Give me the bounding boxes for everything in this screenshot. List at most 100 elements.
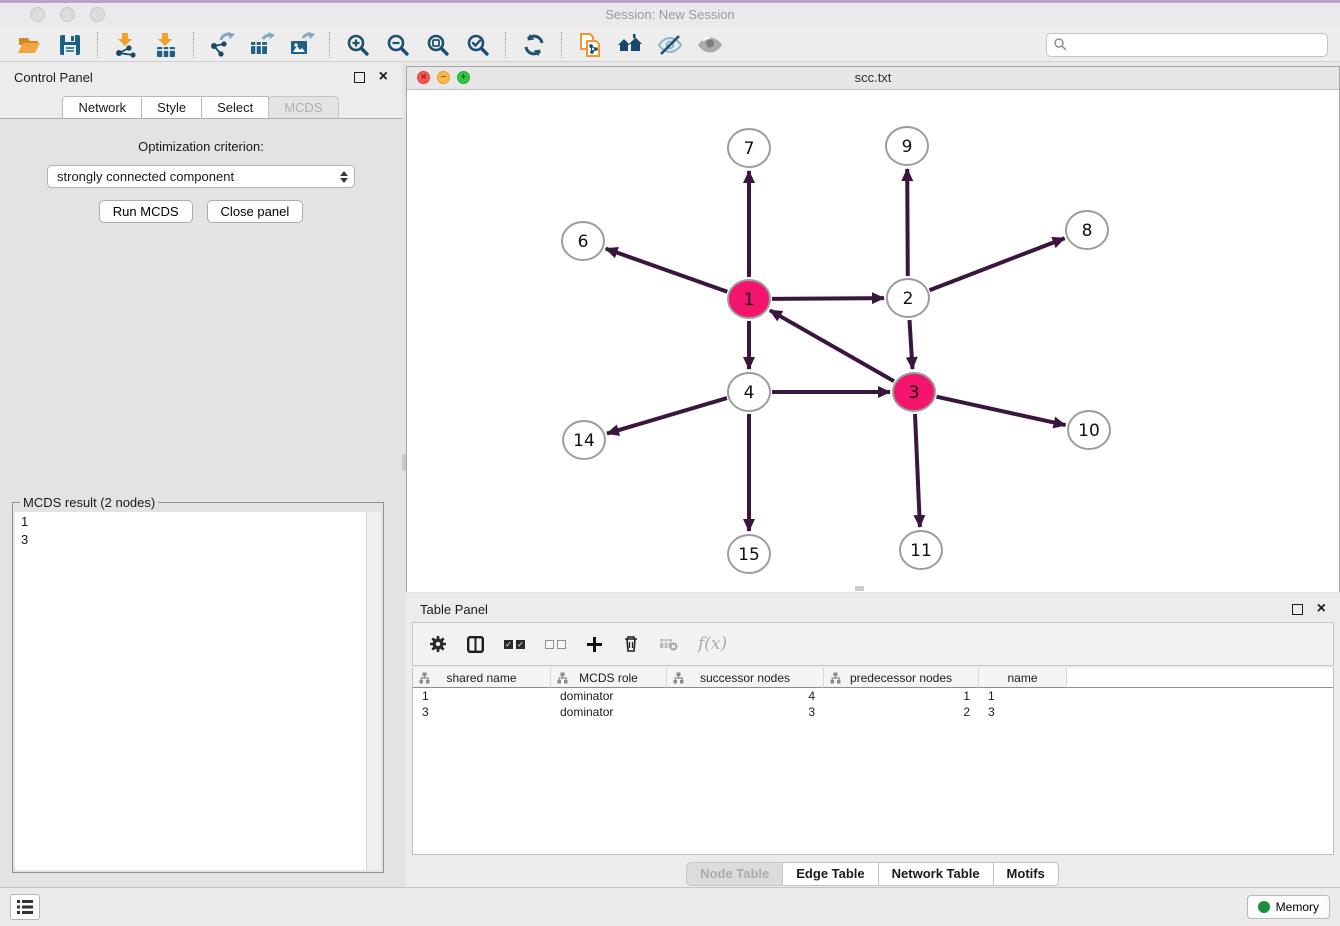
table-row[interactable]: 3dominator323 [413, 704, 1333, 720]
status-bar: Memory [0, 887, 1340, 926]
network-view-title: scc.txt [407, 70, 1339, 85]
graph-node-6[interactable]: 6 [562, 222, 604, 260]
close-panel-button[interactable]: Close panel [207, 200, 304, 223]
graph-node-1[interactable]: 1 [728, 280, 770, 318]
graph-node-8[interactable]: 8 [1066, 211, 1108, 249]
tab-node-table[interactable]: Node Table [686, 862, 783, 886]
graph-node-10[interactable]: 10 [1068, 411, 1110, 449]
cell-successor-nodes[interactable]: 4 [667, 688, 824, 704]
svg-text:6: 6 [578, 232, 589, 252]
close-table-panel-icon[interactable]: × [1317, 604, 1326, 614]
save-session-button[interactable] [50, 30, 90, 60]
float-table-panel-icon[interactable] [1292, 604, 1303, 615]
graph-node-11[interactable]: 11 [900, 531, 942, 569]
first-neighbors-button[interactable] [610, 30, 650, 60]
tab-style[interactable]: Style [141, 96, 202, 120]
search-input[interactable] [1072, 36, 1320, 53]
table-settings-button[interactable] [429, 635, 447, 653]
result-line: 3 [15, 530, 381, 548]
graph-edge-2-8 [930, 238, 1065, 290]
cell-shared-name[interactable]: 3 [413, 704, 551, 720]
tab-mcds[interactable]: MCDS [268, 96, 338, 120]
fx-icon: f(x) [698, 634, 727, 654]
network-from-selection-icon [577, 32, 603, 58]
column-header-name[interactable]: name [979, 668, 1067, 688]
export-network-button[interactable] [202, 30, 242, 60]
table-row[interactable]: 1dominator411 [413, 688, 1333, 704]
criterion-select[interactable]: strongly connected component [47, 165, 355, 188]
refresh-button[interactable] [514, 30, 554, 60]
graph-node-3[interactable]: 3 [893, 373, 935, 411]
svg-text:11: 11 [910, 541, 932, 561]
graph-node-14[interactable]: 14 [563, 421, 605, 459]
column-header-label: predecessor nodes [850, 671, 952, 685]
cell-predecessor-nodes[interactable]: 2 [824, 704, 979, 720]
export-image-icon [289, 32, 315, 58]
graph-node-7[interactable]: 7 [728, 129, 770, 167]
attribute-tree-icon [673, 672, 684, 684]
graph-node-15[interactable]: 15 [728, 535, 770, 573]
zoom-selected-button[interactable] [458, 30, 498, 60]
titlebar: Session: New Session [0, 3, 1340, 28]
cell-name[interactable]: 3 [979, 704, 1067, 720]
close-panel-icon[interactable]: × [379, 72, 388, 82]
hide-selected-button[interactable] [650, 30, 690, 60]
select-all-columns-button[interactable]: ✓✓ [504, 640, 525, 649]
cell-name[interactable]: 1 [979, 688, 1067, 704]
network-canvas[interactable]: 7 9 6 8 1 2 4 3 14 10 15 11 [407, 90, 1339, 592]
cell-successor-nodes[interactable]: 3 [667, 704, 824, 720]
canvas-scrollbar-handle [855, 586, 864, 591]
tab-network-table[interactable]: Network Table [878, 862, 994, 886]
graph-node-9[interactable]: 9 [886, 127, 928, 165]
cell-shared-name[interactable]: 1 [413, 688, 551, 704]
unchecked-box-icon [545, 640, 554, 649]
task-history-button[interactable] [10, 894, 40, 920]
column-header-shared-name[interactable]: shared name [413, 668, 551, 688]
control-panel-tabs: NetworkStyleSelectMCDS [0, 96, 402, 120]
graph-node-4[interactable]: 4 [728, 373, 770, 411]
mcds-result-lines: 13 [15, 512, 381, 548]
column-header-MCDS-role[interactable]: MCDS role [551, 668, 667, 688]
delete-column-button[interactable] [623, 635, 639, 653]
toolbar-separator [97, 32, 99, 58]
run-mcds-button[interactable]: Run MCDS [99, 200, 193, 223]
delete-table-button[interactable] [659, 637, 678, 651]
tab-select[interactable]: Select [201, 96, 269, 120]
memory-button[interactable]: Memory [1247, 895, 1330, 919]
network-view-window: × − + scc.txt 7968124314101511 [406, 66, 1340, 592]
mcds-result-box[interactable]: 13 [15, 512, 381, 870]
node-table[interactable]: shared nameMCDS rolesuccessor nodes prede… [412, 668, 1334, 855]
open-folder-icon [17, 32, 43, 58]
import-table-button[interactable] [146, 30, 186, 60]
column-header-predecessor-nodes[interactable]: predecessor nodes [824, 668, 979, 688]
tab-motifs[interactable]: Motifs [993, 862, 1059, 886]
session-title: Session: New Session [0, 7, 1340, 22]
function-builder-button[interactable]: f(x) [698, 634, 727, 654]
graph-node-2[interactable]: 2 [887, 279, 929, 317]
zoom-in-button[interactable] [338, 30, 378, 60]
network-from-selection-button[interactable] [570, 30, 610, 60]
unselect-all-columns-button[interactable] [545, 640, 566, 649]
zoom-fit-button[interactable] [418, 30, 458, 60]
zoom-out-button[interactable] [378, 30, 418, 60]
tab-edge-table[interactable]: Edge Table [782, 862, 878, 886]
zoom-selected-icon [465, 32, 491, 58]
search-field[interactable] [1046, 33, 1328, 57]
select-stepper-icon [340, 171, 348, 183]
column-header-successor-nodes[interactable]: successor nodes [667, 668, 824, 688]
cell-predecessor-nodes[interactable]: 1 [824, 688, 979, 704]
open-session-button[interactable] [10, 30, 50, 60]
export-image-button[interactable] [282, 30, 322, 60]
table-body: 1dominator4113dominator323 [413, 688, 1333, 720]
cell-MCDS-role[interactable]: dominator [551, 704, 667, 720]
cell-MCDS-role[interactable]: dominator [551, 688, 667, 704]
show-all-button[interactable] [690, 30, 730, 60]
export-table-button[interactable] [242, 30, 282, 60]
float-panel-icon[interactable] [354, 72, 365, 83]
graph-edge-3-11 [915, 414, 920, 527]
create-column-button[interactable] [586, 636, 603, 653]
tab-network[interactable]: Network [62, 96, 142, 120]
show-columns-button[interactable] [467, 636, 484, 653]
import-network-button[interactable] [106, 30, 146, 60]
result-scrollbar[interactable] [366, 512, 381, 870]
